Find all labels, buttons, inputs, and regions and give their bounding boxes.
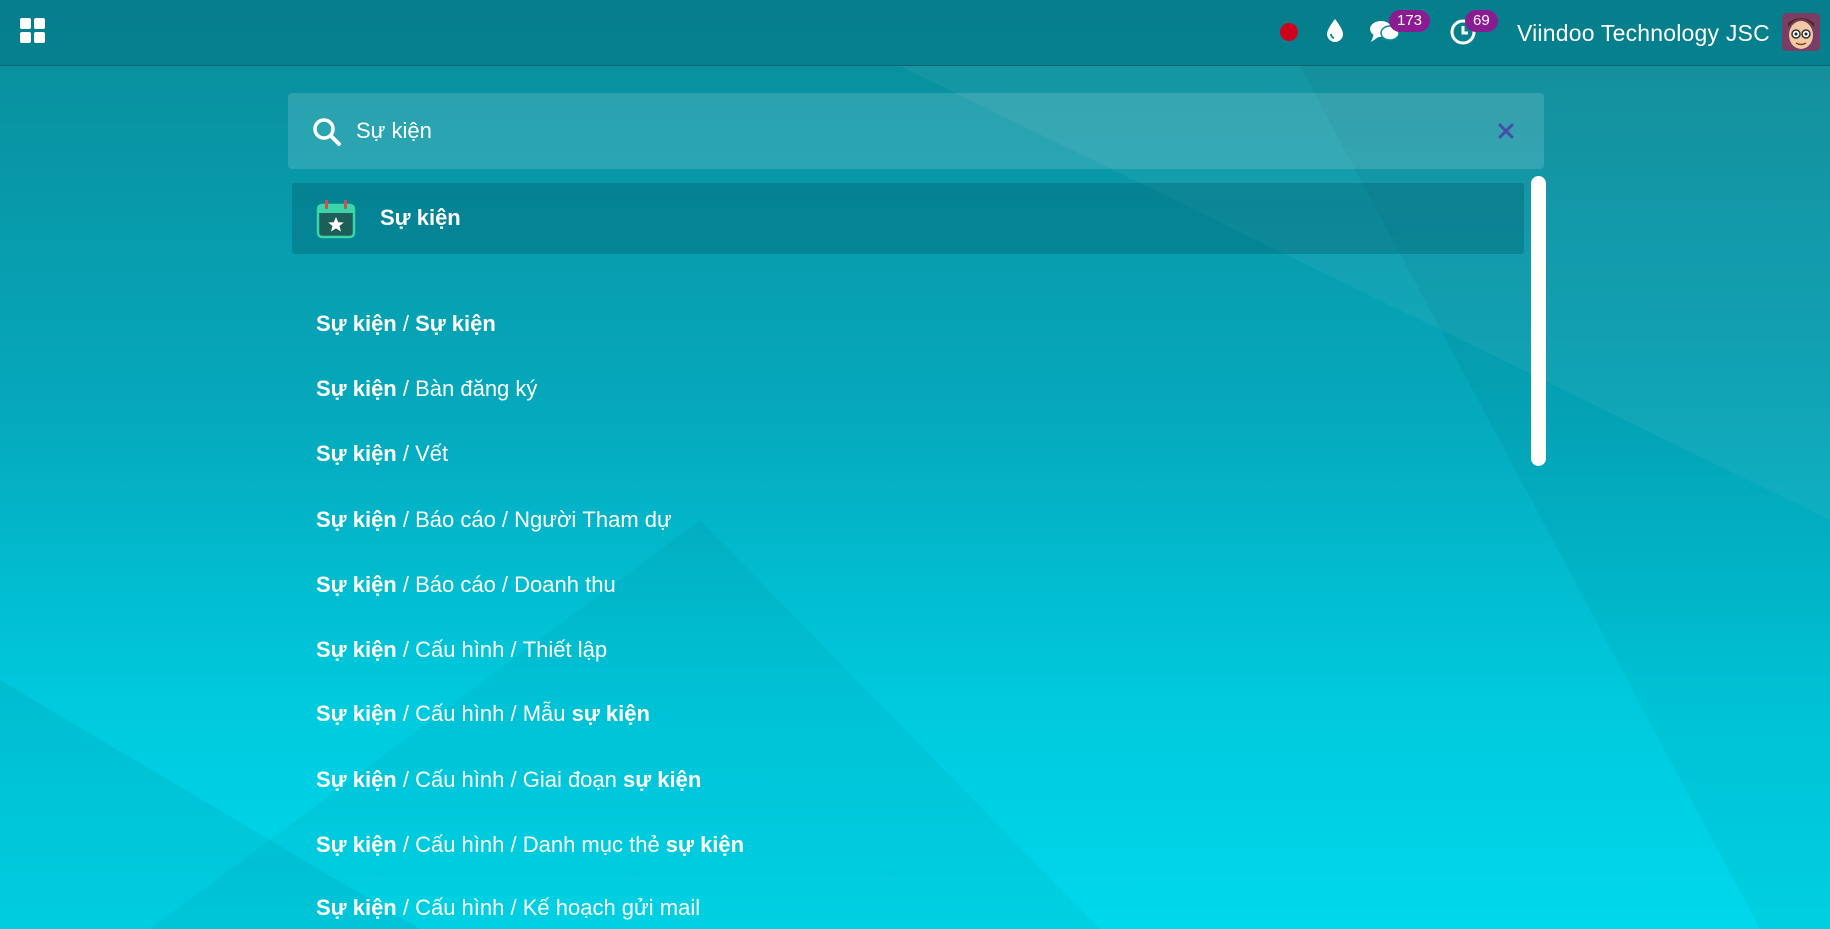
match-highlight: sự kiện xyxy=(665,832,745,857)
menu-result[interactable]: Sự kiện / Cấu hình / Kế hoạch gửi mail xyxy=(316,892,700,924)
search-input[interactable] xyxy=(356,113,1456,149)
app-result-label: Sự kiện xyxy=(380,205,461,230)
match-highlight: sự kiện xyxy=(571,701,650,726)
match-highlight: Sự kiện xyxy=(316,441,397,466)
menu-search-bar xyxy=(288,93,1544,169)
menu-result[interactable]: Sự kiện / Cấu hình / Giai đoạn sự kiện xyxy=(316,764,701,796)
menu-result[interactable]: Sự kiện / Sự kiện xyxy=(316,308,496,340)
menu-result[interactable]: Sự kiện / Báo cáo / Doanh thu xyxy=(316,569,616,601)
menu-path-text: / xyxy=(396,311,416,336)
app-result-events[interactable]: Sự kiện xyxy=(292,183,1524,254)
top-navbar: 173 69 Viindoo Technology JSC xyxy=(0,0,1830,66)
menu-path-text: / Cấu hình / Giai đoạn xyxy=(396,767,624,792)
event-calendar-icon xyxy=(316,200,356,239)
menu-result[interactable]: Sự kiện / Cấu hình / Danh mục thẻ sự kiệ… xyxy=(316,829,744,861)
match-highlight: Sự kiện xyxy=(316,767,397,792)
menu-path-text: / Cấu hình / Kế hoạch gửi mail xyxy=(396,895,701,920)
match-highlight: Sự kiện xyxy=(316,507,397,532)
menu-result[interactable]: Sự kiện / Cấu hình / Mẫu sự kiện xyxy=(316,698,650,730)
search-icon xyxy=(313,118,341,146)
match-highlight: Sự kiện xyxy=(316,637,397,662)
search-results-panel: Sự kiện Sự kiện / Sự kiện Sự kiện / Bàn … xyxy=(288,178,1524,929)
menu-path-text: / Vết xyxy=(396,441,449,466)
menu-path-text: / Báo cáo / Doanh thu xyxy=(396,572,616,597)
menu-path-text: / Bàn đăng ký xyxy=(396,376,538,401)
menu-result[interactable]: Sự kiện / Vết xyxy=(316,438,448,470)
match-highlight: Sự kiện xyxy=(316,572,397,597)
match-highlight: Sự kiện xyxy=(415,311,496,336)
match-highlight: Sự kiện xyxy=(316,701,397,726)
results-scrollbar[interactable] xyxy=(1531,176,1546,466)
apps-grid-icon[interactable] xyxy=(20,18,45,43)
water-drop-icon[interactable] xyxy=(1325,18,1345,44)
record-dot-icon[interactable] xyxy=(1279,22,1299,42)
menu-path-text: / Cấu hình / Danh mục thẻ xyxy=(396,832,666,857)
company-switcher[interactable]: Viindoo Technology JSC xyxy=(1517,20,1770,47)
match-highlight: Sự kiện xyxy=(316,376,397,401)
match-highlight: sự kiện xyxy=(623,767,702,792)
menu-result[interactable]: Sự kiện / Cấu hình / Thiết lập xyxy=(316,634,607,666)
match-highlight: Sự kiện xyxy=(316,311,397,336)
menu-path-text: / Cấu hình / Mẫu xyxy=(396,701,572,726)
match-highlight: Sự kiện xyxy=(316,895,397,920)
menu-path-text: / Cấu hình / Thiết lập xyxy=(396,637,608,662)
menu-path-text: / Báo cáo / Người Tham dự xyxy=(396,507,672,532)
messages-count-badge: 173 xyxy=(1389,10,1431,32)
menu-result[interactable]: Sự kiện / Báo cáo / Người Tham dự xyxy=(316,504,672,536)
user-avatar-icon[interactable] xyxy=(1782,13,1820,51)
menu-result[interactable]: Sự kiện / Bàn đăng ký xyxy=(316,373,537,405)
activities-count-badge: 69 xyxy=(1465,10,1498,32)
close-icon[interactable] xyxy=(1494,119,1518,143)
match-highlight: Sự kiện xyxy=(316,832,397,857)
